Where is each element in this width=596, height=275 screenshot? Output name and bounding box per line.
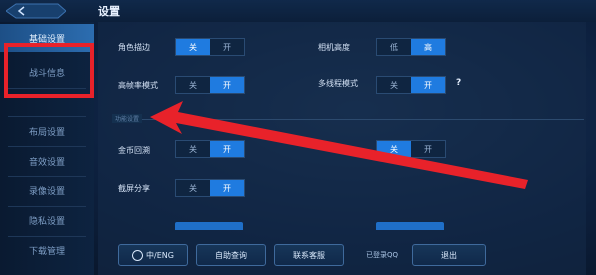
annotation-arrow-icon [150, 101, 528, 189]
